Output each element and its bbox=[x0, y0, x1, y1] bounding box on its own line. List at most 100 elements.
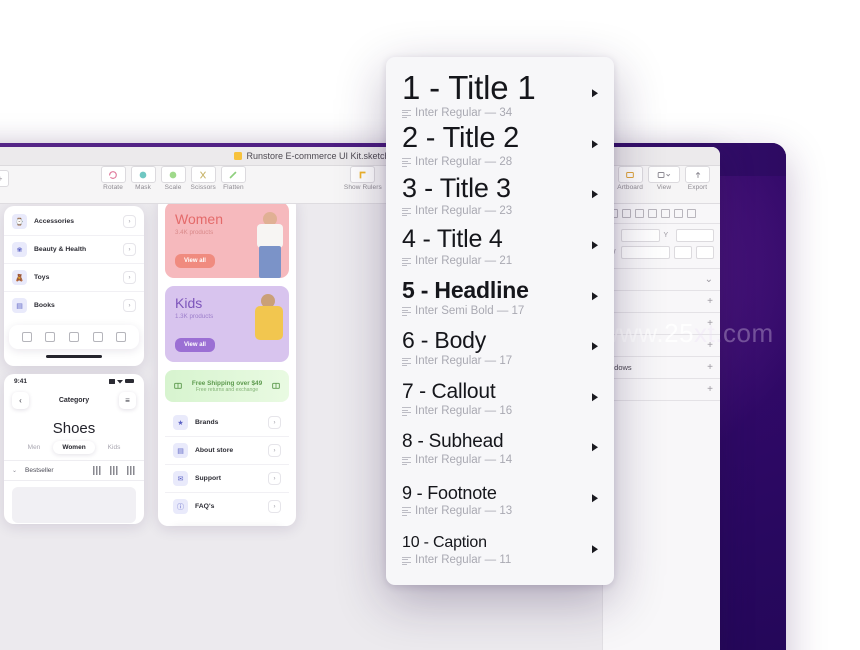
chevron-right-icon[interactable]: › bbox=[123, 271, 136, 284]
home-icon[interactable] bbox=[21, 332, 32, 342]
align-center-v-icon[interactable] bbox=[661, 209, 670, 218]
grid-view-icon[interactable] bbox=[127, 466, 136, 475]
info-row[interactable]: ★ Brands › bbox=[165, 409, 289, 437]
text-style-row[interactable]: 9 - Footnote Inter Regular — 13 bbox=[386, 474, 614, 525]
segment-women[interactable]: Women bbox=[53, 441, 95, 454]
disclosure-arrow-icon[interactable] bbox=[592, 544, 598, 553]
align-bottom-icon[interactable] bbox=[674, 209, 683, 218]
align-top-icon[interactable] bbox=[648, 209, 657, 218]
phone-mockup-shoes[interactable]: 9:41 ‹ Category ≡ Shoes Men Women Kids ⌄… bbox=[4, 374, 144, 524]
inspector-section[interactable]: + bbox=[603, 291, 720, 313]
alignment-tools[interactable] bbox=[603, 204, 720, 224]
view-icon[interactable] bbox=[648, 166, 680, 183]
inspector-section[interactable]: ⌄ bbox=[603, 269, 720, 291]
chevron-down-icon[interactable]: ⌄ bbox=[705, 274, 713, 285]
text-style-row[interactable]: 3 - Title 3 Inter Regular — 23 bbox=[386, 170, 614, 221]
heart-icon[interactable] bbox=[92, 332, 103, 342]
filter-icon[interactable] bbox=[110, 466, 119, 475]
profile-icon[interactable] bbox=[116, 332, 127, 342]
export-icon[interactable] bbox=[685, 166, 710, 183]
rotate-icon[interactable] bbox=[100, 166, 126, 183]
filter-bar[interactable]: ⌄ Bestseller bbox=[4, 460, 144, 481]
catalog-icon[interactable] bbox=[45, 332, 56, 342]
segment-men[interactable]: Men bbox=[19, 441, 50, 454]
tool-show-rulers[interactable]: Show Rulers bbox=[344, 166, 382, 191]
zoom-stepper[interactable]: − 65% + bbox=[0, 170, 9, 187]
text-style-row[interactable]: 4 - Title 4 Inter Regular — 21 bbox=[386, 221, 614, 272]
category-row[interactable]: ⌚ Accessories › bbox=[4, 208, 144, 236]
field-y[interactable] bbox=[675, 229, 714, 242]
field-x[interactable] bbox=[621, 229, 660, 242]
hero-card-kids[interactable]: Kids 1.3K products View all bbox=[165, 286, 289, 362]
text-style-row[interactable]: 2 - Title 2 Inter Regular — 28 bbox=[386, 120, 614, 171]
lock-aspect-button[interactable] bbox=[674, 246, 692, 259]
info-row[interactable]: ✉ Support › bbox=[165, 465, 289, 493]
back-button[interactable]: ‹ bbox=[12, 392, 29, 409]
flip-button[interactable] bbox=[696, 246, 714, 259]
disclosure-arrow-icon[interactable] bbox=[592, 241, 598, 250]
artboard-icon[interactable] bbox=[617, 166, 643, 183]
tool-scissors[interactable]: Scissors bbox=[191, 166, 216, 191]
phone-mockup-home[interactable]: Women 3.4K products View all Kids 1.3K p… bbox=[158, 204, 296, 526]
chevron-right-icon[interactable]: › bbox=[268, 500, 281, 513]
add-icon[interactable]: + bbox=[707, 296, 713, 307]
info-row[interactable]: ⓘ FAQ's › bbox=[165, 493, 289, 520]
cart-icon[interactable] bbox=[68, 332, 79, 342]
add-icon[interactable]: + bbox=[707, 384, 713, 395]
chevron-right-icon[interactable]: › bbox=[268, 416, 281, 429]
chevron-right-icon[interactable]: › bbox=[268, 444, 281, 457]
tool-scale[interactable]: Scale bbox=[160, 166, 186, 191]
chevron-right-icon[interactable]: › bbox=[123, 215, 136, 228]
hero-cta-button[interactable]: View all bbox=[175, 338, 215, 352]
zoom-in-button[interactable]: + bbox=[0, 174, 3, 184]
chevron-right-icon[interactable]: › bbox=[123, 299, 136, 312]
tool-rotate[interactable]: Rotate bbox=[100, 166, 126, 191]
segmented-control[interactable]: Men Women Kids bbox=[4, 441, 144, 460]
category-row[interactable]: 🧸 Toys › bbox=[4, 264, 144, 292]
info-row[interactable]: ▤ About store › bbox=[165, 437, 289, 465]
menu-button[interactable]: ≡ bbox=[119, 392, 136, 409]
scale-icon[interactable] bbox=[160, 166, 186, 183]
flatten-icon[interactable] bbox=[220, 166, 246, 183]
disclosure-arrow-icon[interactable] bbox=[592, 443, 598, 452]
tool-export[interactable]: Export bbox=[685, 166, 710, 191]
text-style-row[interactable]: 8 - Subhead Inter Regular — 14 bbox=[386, 423, 614, 474]
text-style-row[interactable]: 10 - Caption Inter Regular — 11 bbox=[386, 524, 614, 575]
distribute-icon[interactable] bbox=[687, 209, 696, 218]
text-style-row[interactable]: 7 - Callout Inter Regular — 16 bbox=[386, 373, 614, 424]
tool-flatten[interactable]: Flatten bbox=[220, 166, 246, 191]
chevron-right-icon[interactable]: › bbox=[123, 243, 136, 256]
tool-artboard[interactable]: Artboard bbox=[617, 166, 643, 191]
disclosure-arrow-icon[interactable] bbox=[592, 140, 598, 149]
sort-label[interactable]: Bestseller bbox=[25, 467, 85, 474]
text-styles-popup[interactable]: 1 - Title 1 Inter Regular — 34 2 - Title 2… bbox=[386, 57, 614, 585]
hero-card-women[interactable]: Women 3.4K products View all bbox=[165, 204, 289, 278]
disclosure-arrow-icon[interactable] bbox=[592, 190, 598, 199]
chevron-down-icon[interactable]: ⌄ bbox=[12, 467, 17, 474]
tool-mask[interactable]: Mask bbox=[130, 166, 156, 191]
disclosure-arrow-icon[interactable] bbox=[592, 494, 598, 503]
category-row[interactable]: ▤ Books › bbox=[4, 292, 144, 319]
align-right-icon[interactable] bbox=[635, 209, 644, 218]
disclosure-arrow-icon[interactable] bbox=[592, 89, 598, 98]
hero-cta-button[interactable]: View all bbox=[175, 254, 215, 268]
phone-mockup-category-list[interactable]: ⌚ Accessories › ❀ Beauty & Health › 🧸 To… bbox=[4, 206, 144, 366]
inspector-section-shadows[interactable]: adows + bbox=[603, 357, 720, 379]
text-style-row[interactable]: 6 - Body Inter Regular — 17 bbox=[386, 322, 614, 373]
sort-icon[interactable] bbox=[93, 466, 102, 475]
text-style-row[interactable]: 1 - Title 1 Inter Regular — 34 bbox=[386, 69, 614, 120]
disclosure-arrow-icon[interactable] bbox=[592, 393, 598, 402]
field-w[interactable] bbox=[621, 246, 670, 259]
category-row[interactable]: ❀ Beauty & Health › bbox=[4, 236, 144, 264]
scissors-icon[interactable] bbox=[190, 166, 216, 183]
disclosure-arrow-icon[interactable] bbox=[592, 291, 598, 300]
ruler-icon[interactable] bbox=[350, 166, 376, 183]
chevron-right-icon[interactable]: › bbox=[268, 472, 281, 485]
align-center-h-icon[interactable] bbox=[622, 209, 631, 218]
inspector-section[interactable]: + bbox=[603, 379, 720, 401]
text-style-row[interactable]: 5 - Headline Inter Semi Bold — 17 bbox=[386, 271, 614, 322]
bottom-tab-bar[interactable] bbox=[9, 325, 139, 349]
add-icon[interactable]: + bbox=[707, 362, 713, 373]
disclosure-arrow-icon[interactable] bbox=[592, 342, 598, 351]
segment-kids[interactable]: Kids bbox=[99, 441, 130, 454]
